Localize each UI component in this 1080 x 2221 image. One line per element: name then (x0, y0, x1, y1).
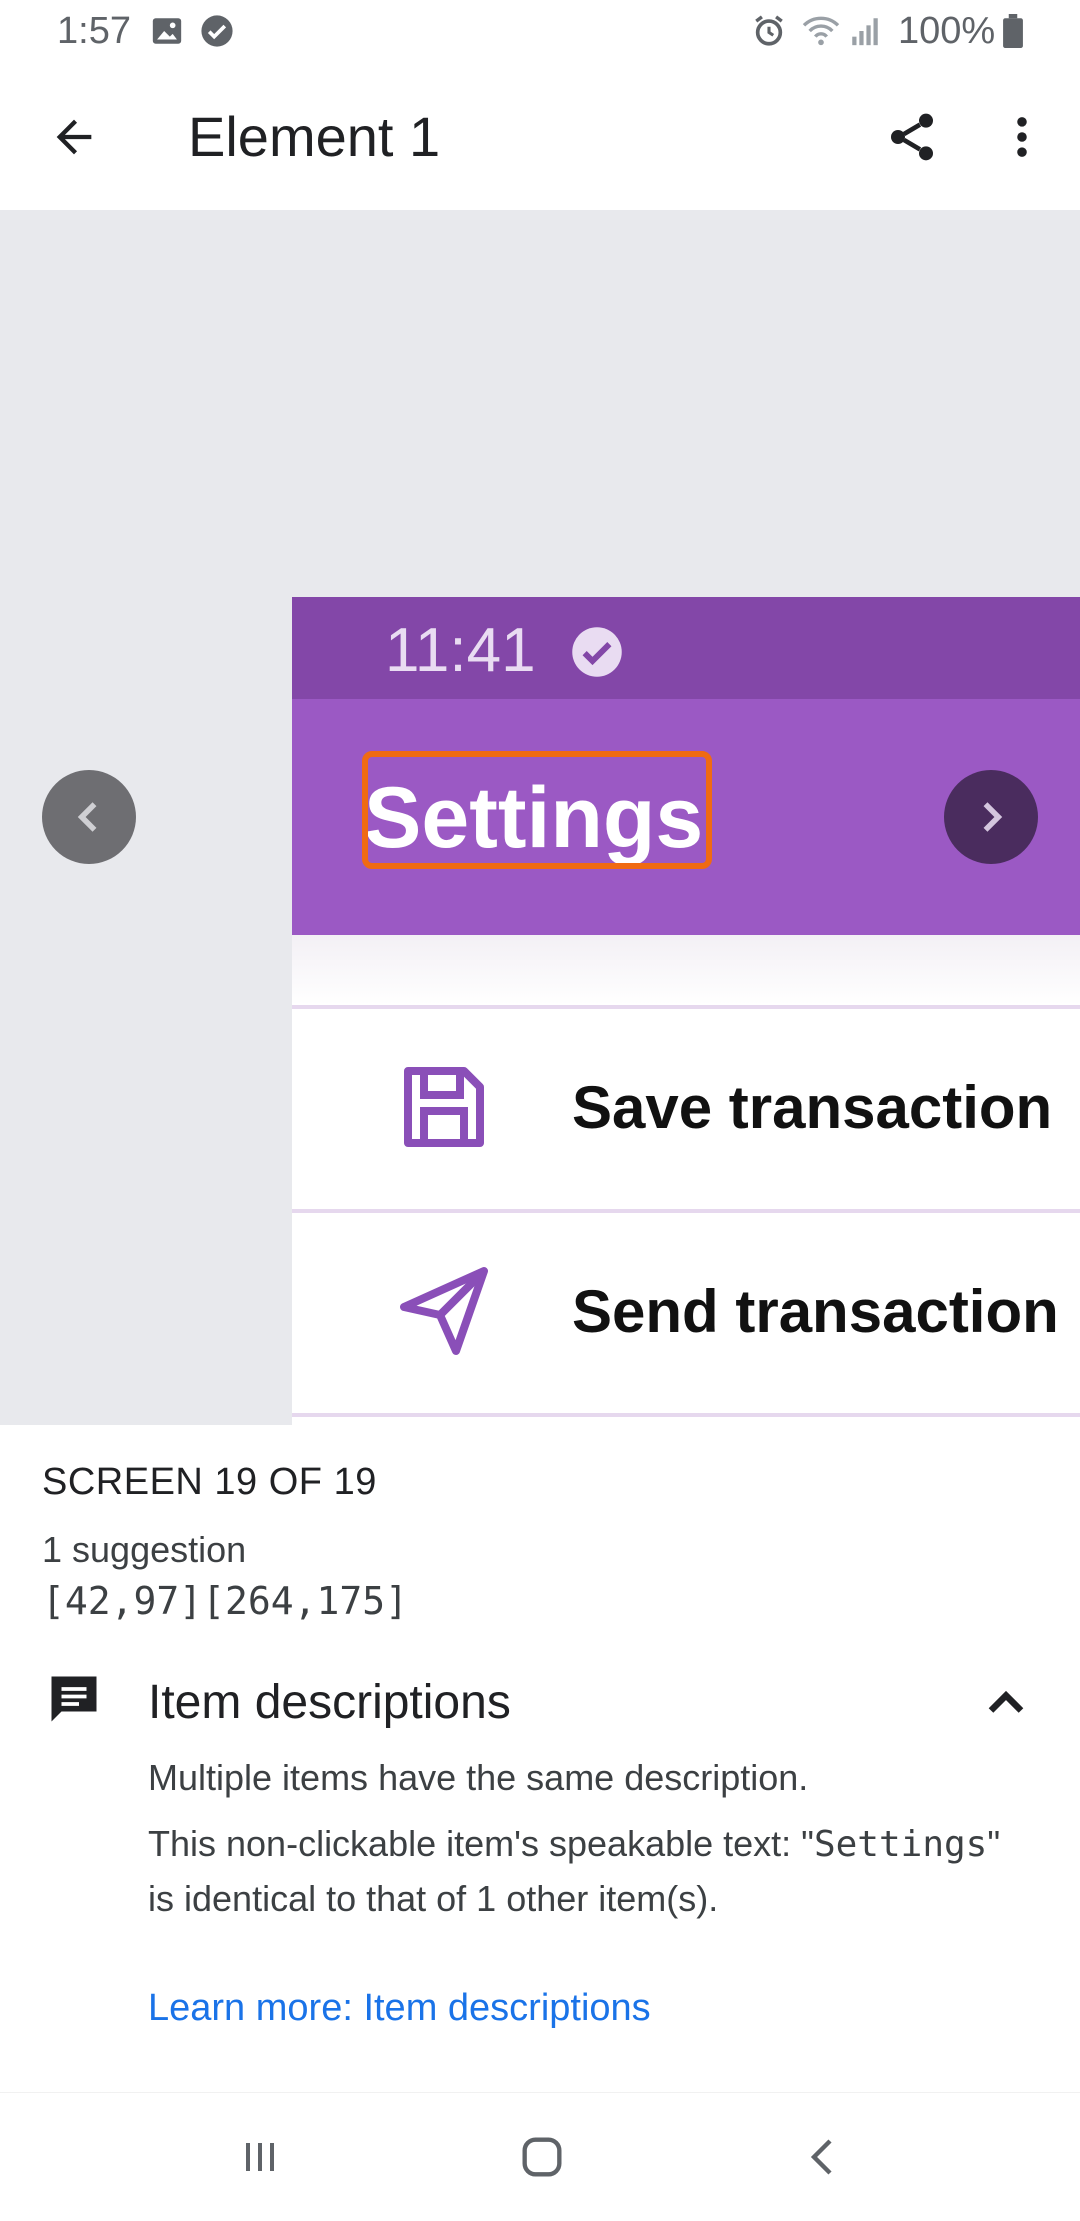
battery-icon (1003, 14, 1023, 48)
chevron-up-icon[interactable] (976, 1673, 1036, 1733)
captured-row-send: Send transaction (292, 1209, 1080, 1413)
status-bar: 1:57 100% (0, 0, 1080, 64)
suggestion-count: 1 suggestion (42, 1529, 247, 1570)
element-highlight[interactable] (362, 751, 712, 869)
signal-icon (852, 18, 878, 46)
chevron-left-icon (77, 802, 97, 832)
screen-counter: SCREEN 19 OF 19 (42, 1461, 377, 1503)
row-label: Save transaction (572, 1074, 1053, 1141)
app-bar: Element 1 (0, 64, 1080, 210)
home-button[interactable] (502, 2121, 582, 2193)
system-nav-bar (0, 2092, 1080, 2221)
previous-element-button[interactable] (42, 770, 136, 864)
back-icon (810, 2139, 832, 2175)
captured-row-save: Save transaction (292, 1005, 1080, 1209)
issue-summary: Multiple items have the same description… (148, 1757, 809, 1798)
check-circle-icon (201, 15, 233, 47)
captured-time: 11:41 (385, 616, 536, 685)
next-element-button[interactable] (944, 770, 1038, 864)
section-title[interactable]: Item descriptions (148, 1675, 511, 1730)
alarm-icon (755, 15, 783, 46)
issue-detail: This non-clickable item's speakable text… (148, 1817, 1028, 1926)
home-icon (522, 2137, 562, 2177)
recents-icon (246, 2143, 274, 2171)
issue-detail-code: Settings (813, 1824, 988, 1865)
back-arrow-icon (56, 119, 92, 155)
more-vert-icon (1017, 117, 1027, 157)
captured-row-divider (292, 1413, 1080, 1417)
save-icon (404, 1067, 484, 1147)
page-title: Element 1 (188, 105, 441, 168)
captured-check-icon (572, 627, 622, 677)
screenshot-preview[interactable]: 11:41 Settings Save transaction Send tra… (0, 210, 1080, 1425)
captured-divider (292, 935, 1080, 1005)
share-button[interactable] (872, 97, 952, 177)
learn-more-link[interactable]: Learn more: Item descriptions (148, 1987, 651, 2030)
more-options-button[interactable] (982, 97, 1062, 177)
image-icon (152, 18, 182, 44)
share-icon (891, 113, 933, 161)
row-label: Send transaction (572, 1278, 1059, 1345)
back-button[interactable] (34, 97, 114, 177)
captured-status-bar: 11:41 (292, 597, 1080, 699)
battery-level: 100% (898, 10, 996, 52)
captured-screen: 11:41 Settings Save transaction Send tra… (292, 597, 1080, 1425)
wifi-icon (802, 16, 840, 46)
system-back-button[interactable] (784, 2121, 864, 2193)
chevron-right-icon (983, 802, 1003, 832)
send-icon (400, 1267, 488, 1355)
element-coordinates: [42,97][264,175] (42, 1579, 409, 1623)
status-time: 1:57 (57, 10, 131, 52)
recents-button[interactable] (220, 2121, 300, 2193)
comment-icon (51, 1676, 97, 1722)
issue-detail-prefix: This non-clickable item's speakable text… (148, 1823, 814, 1864)
